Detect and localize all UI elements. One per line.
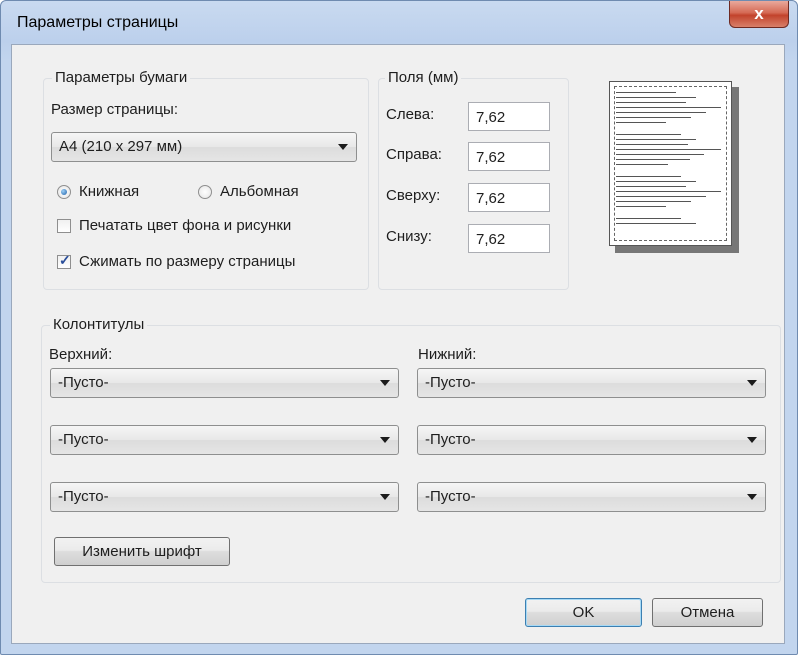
header-select-right[interactable]: -Пусто- <box>50 482 399 512</box>
close-button[interactable]: x <box>729 1 789 28</box>
preview-text-line <box>616 201 691 202</box>
footer-select-right-value: -Пусто- <box>425 488 476 505</box>
preview-text-line <box>616 144 688 145</box>
header-select-right-value: -Пусто- <box>58 488 109 505</box>
preview-text-line <box>616 218 681 219</box>
preview-text-line <box>616 196 706 197</box>
chevron-down-icon <box>380 437 390 443</box>
chevron-down-icon <box>747 437 757 443</box>
preview-text-line <box>616 134 681 135</box>
change-font-button[interactable]: Изменить шрифт <box>54 537 230 566</box>
preview-text-line <box>616 181 696 182</box>
margin-top-label: Сверху: <box>386 187 441 204</box>
preview-text-line <box>616 122 666 123</box>
page-size-value: A4 (210 x 297 мм) <box>59 138 183 155</box>
preview-text-line <box>616 102 686 103</box>
margin-right-input[interactable]: 7,62 <box>468 142 550 171</box>
margin-top-input[interactable]: 7,62 <box>468 183 550 212</box>
page-setup-dialog: Параметры страницы x Параметры бумаги Ра… <box>0 0 798 655</box>
chevron-down-icon <box>338 144 348 150</box>
margins-legend: Поля (мм) <box>385 69 462 86</box>
page-size-label: Размер страницы: <box>51 101 178 118</box>
margin-bottom-label: Снизу: <box>386 228 432 245</box>
preview-text-line <box>616 112 706 113</box>
preview-text-line <box>616 223 696 224</box>
window-title: Параметры страницы <box>17 14 179 31</box>
preview-text-line <box>616 159 690 160</box>
preview-text-line <box>616 117 691 118</box>
footer-select-left[interactable]: -Пусто- <box>417 368 766 398</box>
chevron-down-icon <box>380 380 390 386</box>
chevron-down-icon <box>747 494 757 500</box>
footer-select-right[interactable]: -Пусто- <box>417 482 766 512</box>
margin-bottom-input[interactable]: 7,62 <box>468 224 550 253</box>
preview-text-line <box>616 206 666 207</box>
headers-footers-legend: Колонтитулы <box>50 316 148 333</box>
ok-button[interactable]: OK <box>525 598 642 627</box>
chevron-down-icon <box>747 380 757 386</box>
header-select-left-value: -Пусто- <box>58 374 109 391</box>
page-preview <box>609 81 739 253</box>
margin-left-label: Слева: <box>386 106 435 123</box>
shrink-to-fit-label[interactable]: Сжимать по размеру страницы <box>79 253 295 270</box>
preview-text-line <box>616 97 696 98</box>
footer-select-center-value: -Пусто- <box>425 431 476 448</box>
print-background-label[interactable]: Печатать цвет фона и рисунки <box>79 217 291 234</box>
header-select-center[interactable]: -Пусто- <box>50 425 399 455</box>
footer-select-center[interactable]: -Пусто- <box>417 425 766 455</box>
preview-text-line <box>616 186 686 187</box>
margin-left-input[interactable]: 7,62 <box>468 102 550 131</box>
dialog-body: Параметры бумаги Размер страницы: A4 (21… <box>11 44 785 644</box>
chevron-down-icon <box>380 494 390 500</box>
page-size-select[interactable]: A4 (210 x 297 мм) <box>51 132 357 162</box>
preview-text-line <box>616 191 721 192</box>
margin-right-label: Справа: <box>386 146 442 163</box>
preview-text-line <box>616 139 696 140</box>
header-label: Верхний: <box>49 346 113 363</box>
shrink-to-fit-checkbox[interactable] <box>57 252 71 269</box>
header-select-left[interactable]: -Пусто- <box>50 368 399 398</box>
header-select-center-value: -Пусто- <box>58 431 109 448</box>
preview-text-line <box>616 92 676 93</box>
landscape-label[interactable]: Альбомная <box>220 183 299 200</box>
title-bar[interactable]: Параметры страницы x <box>1 1 797 43</box>
portrait-radio[interactable] <box>57 185 71 199</box>
portrait-label[interactable]: Книжная <box>79 183 139 200</box>
preview-page <box>609 81 732 246</box>
footer-label: Нижний: <box>418 346 477 363</box>
landscape-radio[interactable] <box>198 185 212 199</box>
footer-select-left-value: -Пусто- <box>425 374 476 391</box>
print-background-checkbox[interactable] <box>57 219 71 233</box>
preview-text-line <box>616 164 668 165</box>
paper-legend: Параметры бумаги <box>52 69 191 86</box>
preview-text-line <box>616 149 721 150</box>
preview-text-line <box>616 107 721 108</box>
cancel-button[interactable]: Отмена <box>652 598 763 627</box>
preview-text-line <box>616 176 681 177</box>
preview-text-line <box>616 154 704 155</box>
